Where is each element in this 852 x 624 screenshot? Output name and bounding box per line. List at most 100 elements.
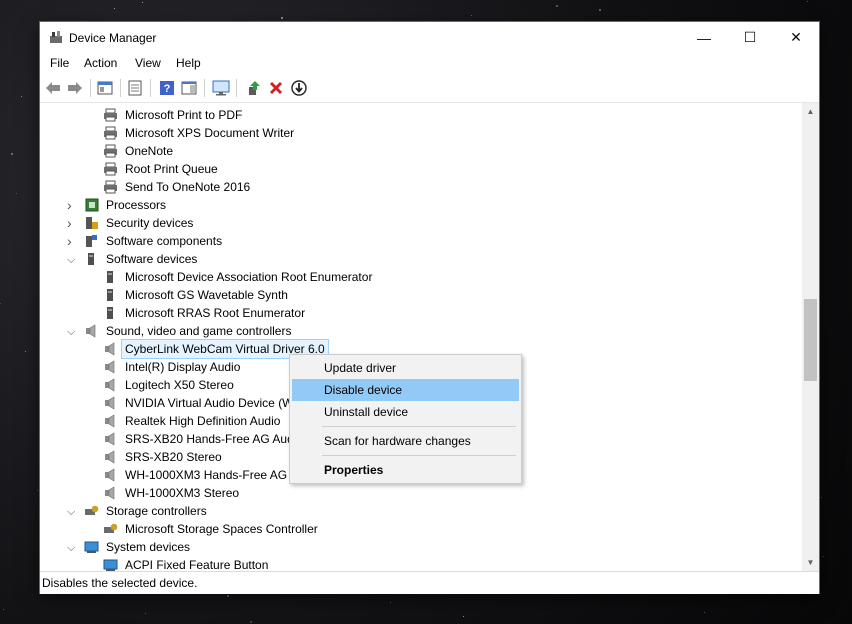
tree-item-label: Storage controllers (106, 504, 207, 518)
expand-open-icon[interactable]: ⌵ (67, 251, 75, 269)
tree-item-label: NVIDIA Virtual Audio Device (W (125, 396, 294, 410)
scroll-up-icon[interactable]: ▲ (802, 103, 819, 120)
expand-closed-icon[interactable]: › (67, 232, 72, 250)
menu-action[interactable]: Action (84, 56, 117, 70)
tree-item-label: Send To OneNote 2016 (125, 180, 251, 194)
context-menu-label: Update driver (324, 361, 397, 375)
vertical-scrollbar[interactable]: ▲ ▼ (802, 103, 819, 571)
status-text: Disables the selected device. (42, 576, 198, 590)
context-menu-label: Disable device (324, 383, 403, 397)
forward-icon[interactable] (66, 79, 84, 97)
close-button[interactable]: ✕ (773, 22, 819, 53)
list-icon[interactable] (126, 79, 144, 97)
tree-item-label: Root Print Queue (125, 162, 218, 176)
expand-closed-icon[interactable]: › (67, 214, 72, 232)
tree-item-label: Software devices (106, 252, 198, 266)
expand-closed-icon[interactable]: › (67, 196, 72, 214)
scroll-down-icon[interactable]: ▼ (802, 554, 819, 571)
toolbar-separator (204, 79, 205, 97)
toolbar-separator (120, 79, 121, 97)
software-device-icon (103, 288, 118, 302)
star (144, 613, 146, 615)
tree-item-label: Microsoft Storage Spaces Controller (125, 522, 318, 536)
star (821, 496, 823, 498)
software-device-icon (103, 306, 118, 320)
context-menu-disable-device[interactable]: Disable device (292, 379, 519, 401)
minimize-icon: — (697, 29, 711, 46)
star (36, 489, 38, 491)
help-icon[interactable]: ? (158, 79, 176, 97)
close-icon: ✕ (790, 29, 802, 45)
tree-item-label: Microsoft RRAS Root Enumerator (125, 306, 306, 320)
system-device-icon (103, 558, 118, 571)
status-bar: Disables the selected device. (40, 571, 819, 594)
toolbar-separator (90, 79, 91, 97)
star (556, 4, 559, 7)
disable-icon[interactable] (290, 79, 308, 97)
context-menu-label: Scan for hardware changes (324, 434, 471, 448)
star (389, 601, 391, 603)
device-manager-app-icon (50, 31, 62, 43)
menu-file[interactable]: File (50, 56, 69, 70)
back-icon[interactable] (44, 79, 62, 97)
tree-item-label: Intel(R) Display Audio (125, 360, 241, 374)
maximize-button[interactable]: ☐ (727, 22, 773, 53)
tree-item-label: SRS-XB20 Hands-Free AG Audio (125, 432, 304, 446)
minimize-button[interactable]: — (681, 22, 727, 53)
processor-icon (84, 198, 99, 212)
star (463, 615, 465, 617)
tree-item-label: System devices (106, 540, 191, 554)
star (142, 1, 144, 3)
star (113, 7, 115, 9)
tree-item-label: WH-1000XM3 Stereo (125, 486, 240, 500)
tree-item-label: Microsoft GS Wavetable Synth (125, 288, 288, 302)
action-pane-icon[interactable] (180, 79, 198, 97)
tree-item-label: Microsoft Device Association Root Enumer… (125, 270, 373, 284)
star (20, 96, 22, 98)
update-driver-icon[interactable] (245, 79, 263, 97)
speaker-icon (103, 432, 118, 446)
speaker-icon (84, 324, 99, 338)
star (281, 17, 283, 20)
star (822, 555, 824, 557)
speaker-icon (103, 396, 118, 410)
software-component-icon (84, 234, 99, 248)
properties-pane-icon[interactable] (96, 79, 114, 97)
star (704, 612, 706, 614)
expand-open-icon[interactable]: ⌵ (67, 503, 75, 521)
tree-item-label: Security devices (106, 216, 194, 230)
scrollbar-thumb[interactable] (804, 299, 817, 381)
menu-help[interactable]: Help (176, 56, 201, 70)
context-menu-properties[interactable]: Properties (292, 459, 519, 481)
title-bar[interactable]: Device Manager — ☐ ✕ (40, 22, 819, 53)
speaker-icon (103, 378, 118, 392)
device-tree[interactable]: Microsoft Print to PDF Microsoft XPS Docu… (40, 103, 802, 571)
star (226, 594, 229, 597)
menu-separator (322, 426, 516, 427)
tree-item-label: Microsoft XPS Document Writer (125, 126, 295, 140)
context-menu-scan-for-hardware-changes[interactable]: Scan for hardware changes (292, 430, 519, 452)
tree-item-label: Realtek High Definition Audio (125, 414, 281, 428)
device-manager-window: Device Manager — ☐ ✕ File Action View He… (40, 22, 819, 594)
star (0, 303, 2, 305)
menu-separator (322, 455, 516, 456)
tree-item-label: ACPI Fixed Feature Button (125, 558, 269, 571)
context-menu-uninstall-device[interactable]: Uninstall device (292, 401, 519, 423)
monitor-scan-icon[interactable] (212, 79, 230, 97)
menu-view[interactable]: View (135, 56, 161, 70)
toolbar-separator (150, 79, 151, 97)
speaker-icon (103, 360, 118, 374)
printer-icon (103, 108, 118, 122)
expand-open-icon[interactable]: ⌵ (67, 323, 75, 341)
speaker-icon (103, 342, 118, 356)
tree-item-label: Sound, video and game controllers (106, 324, 292, 338)
printer-icon (103, 144, 118, 158)
star (16, 192, 18, 194)
context-menu-update-driver[interactable]: Update driver (292, 357, 519, 379)
toolbar: ? (40, 74, 819, 103)
uninstall-icon[interactable] (267, 79, 285, 97)
storage-controller-icon (103, 522, 118, 536)
svg-text:?: ? (164, 83, 171, 95)
expand-open-icon[interactable]: ⌵ (67, 539, 75, 557)
window-title: Device Manager (69, 31, 157, 45)
